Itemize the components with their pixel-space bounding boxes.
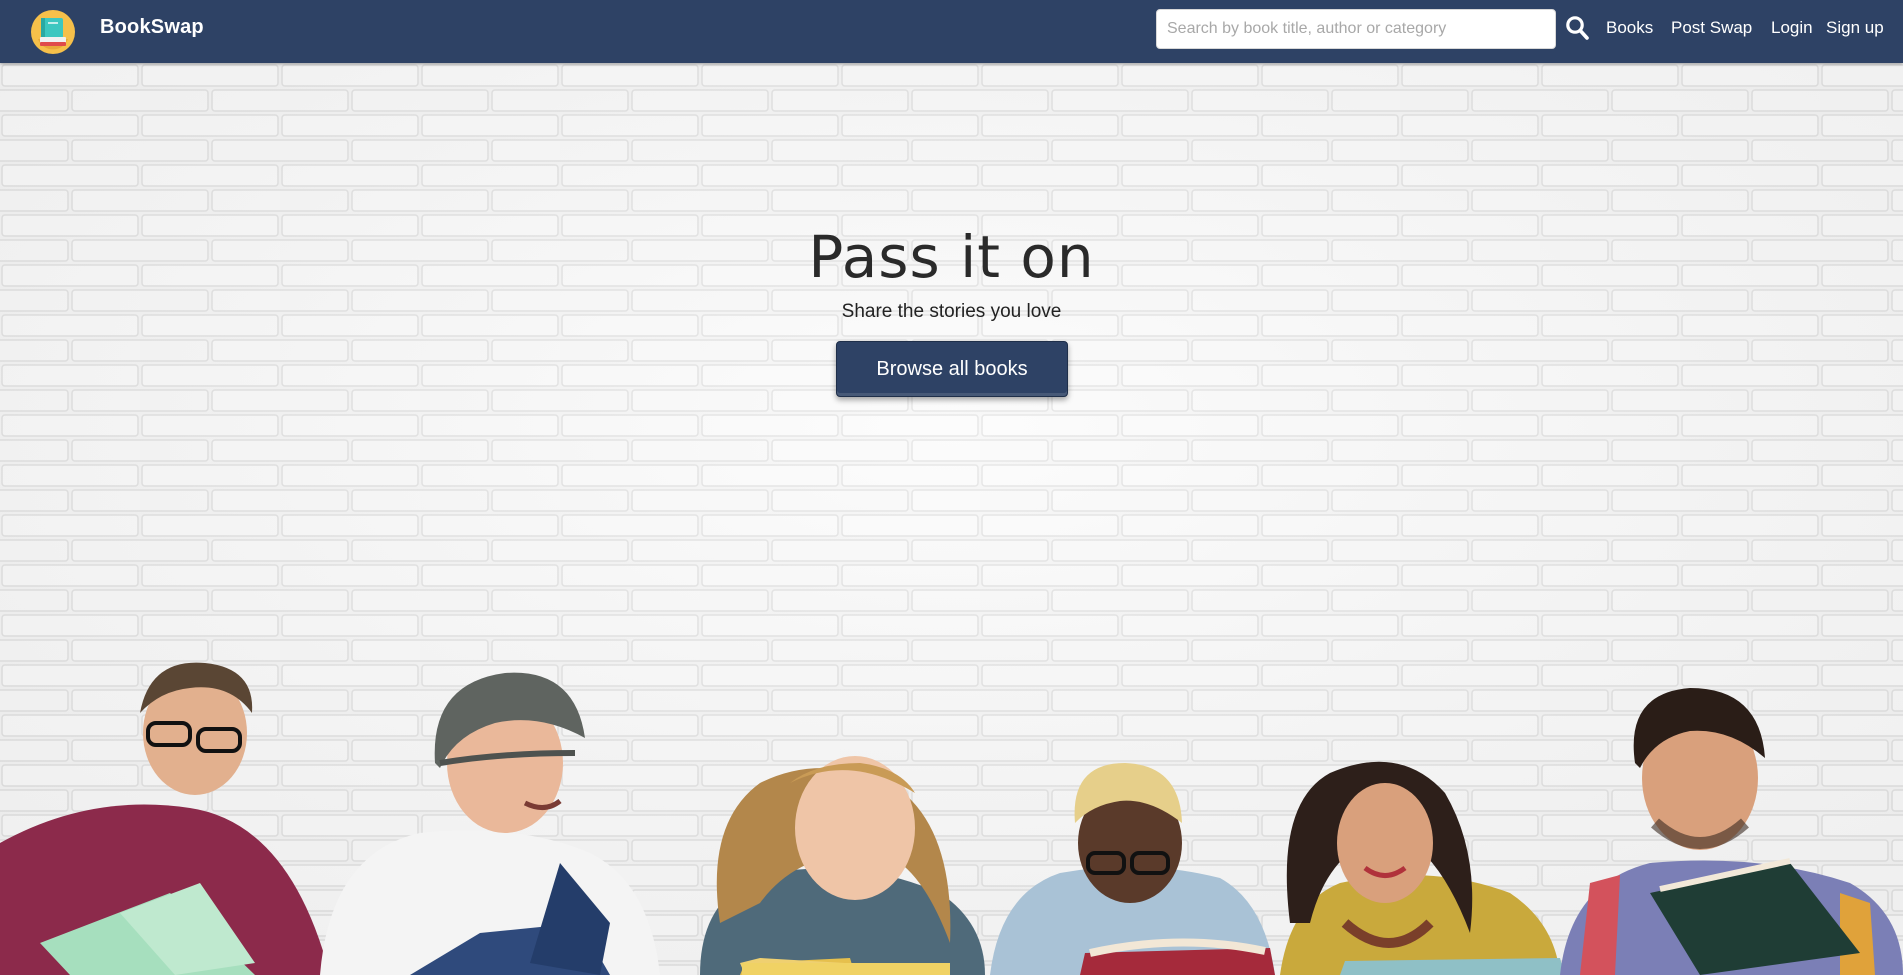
reader-5 [1280, 761, 1565, 975]
nav-books-link[interactable]: Books [1606, 18, 1653, 38]
readers-illustration [0, 662, 1903, 975]
browse-all-books-button[interactable]: Browse all books [836, 341, 1068, 397]
hero-section: Pass it on Share the stories you love Br… [0, 63, 1903, 975]
search-icon[interactable] [1565, 15, 1589, 41]
hero-title: Pass it on [808, 223, 1095, 291]
nav-signup-link[interactable]: Sign up [1826, 18, 1884, 38]
reader-3 [700, 756, 985, 975]
top-navbar: BookSwap Books Post Swap Login Sign up [0, 0, 1903, 63]
nav-login-link[interactable]: Login [1771, 18, 1813, 38]
reader-2 [320, 672, 660, 975]
reader-1 [0, 662, 330, 975]
nav-post-swap-link[interactable]: Post Swap [1671, 18, 1752, 38]
hero-subtitle: Share the stories you love [841, 301, 1062, 322]
brand-name[interactable]: BookSwap [100, 16, 204, 39]
reader-6 [1560, 688, 1903, 975]
book-logo-icon[interactable] [30, 9, 76, 55]
search-input[interactable] [1156, 9, 1556, 49]
reader-4 [990, 763, 1275, 975]
